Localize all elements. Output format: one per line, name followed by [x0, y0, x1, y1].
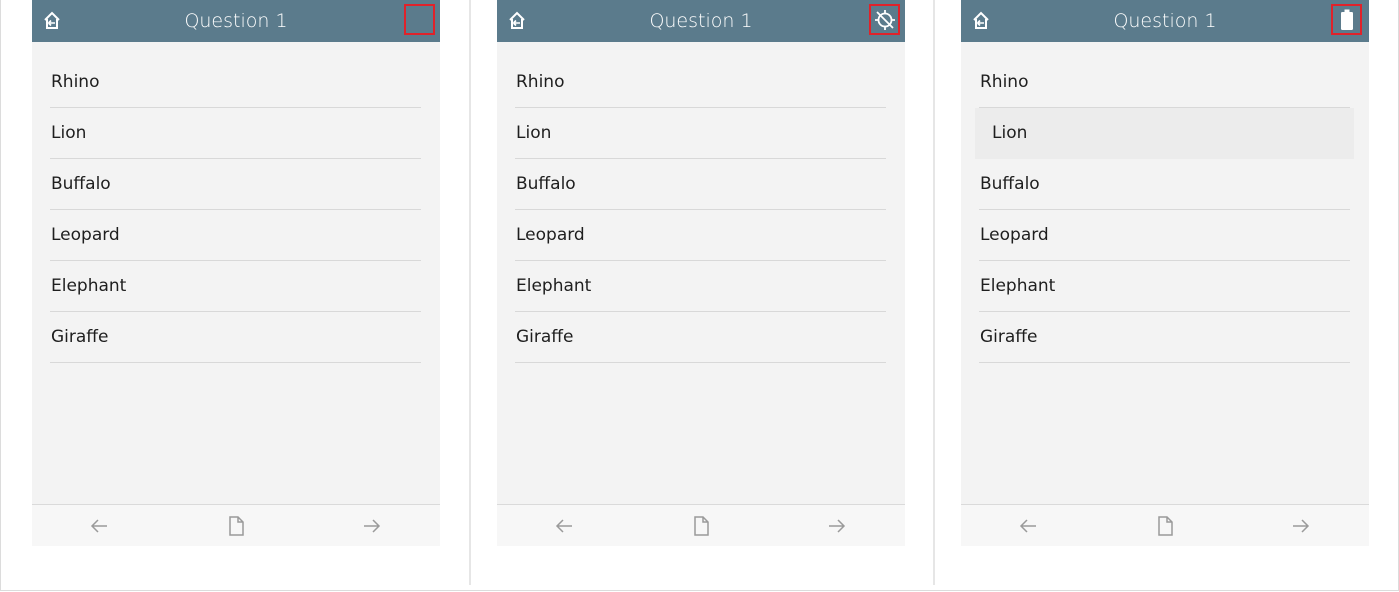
- list-item[interactable]: Elephant: [979, 261, 1350, 312]
- app-header: Question 1: [961, 0, 1369, 42]
- list-item[interactable]: Lion: [515, 108, 886, 159]
- arrow-left-icon[interactable]: [87, 514, 111, 538]
- arrow-right-icon[interactable]: [360, 514, 384, 538]
- phone-screen-3: Question 1 Rhino Lion Buffalo Leopard El…: [961, 0, 1369, 546]
- page-title: Question 1: [1113, 10, 1217, 32]
- app-header: Question 1: [32, 0, 440, 42]
- page-title: Question 1: [184, 10, 288, 32]
- status-indicator-highlight: [1331, 4, 1362, 35]
- panel-divider: [933, 0, 935, 585]
- page-icon[interactable]: [1153, 514, 1177, 538]
- list-item[interactable]: Rhino: [515, 57, 886, 108]
- footer-nav: [32, 504, 440, 546]
- list-item[interactable]: Rhino: [979, 57, 1350, 108]
- gps-off-icon: [874, 9, 895, 30]
- footer-nav: [961, 504, 1369, 546]
- list-item[interactable]: Buffalo: [979, 159, 1350, 210]
- arrow-right-icon[interactable]: [1289, 514, 1313, 538]
- page-title: Question 1: [649, 10, 753, 32]
- list-item[interactable]: Leopard: [979, 210, 1350, 261]
- status-indicator-highlight: [404, 4, 435, 35]
- panel-divider: [469, 0, 471, 585]
- arrow-left-icon[interactable]: [1016, 514, 1040, 538]
- app-header: Question 1: [497, 0, 905, 42]
- answer-list: Rhino Lion Buffalo Leopard Elephant Gira…: [975, 57, 1354, 363]
- list-item[interactable]: Giraffe: [515, 312, 886, 363]
- list-item[interactable]: Giraffe: [979, 312, 1350, 363]
- phone-screen-2: Question 1 Rhino Lion Buffalo Leopard El…: [497, 0, 905, 546]
- list-item-hovered[interactable]: Lion: [975, 108, 1354, 159]
- list-item[interactable]: Buffalo: [50, 159, 421, 210]
- list-item[interactable]: Leopard: [515, 210, 886, 261]
- phone-screen-1: Question 1 Rhino Lion Buffalo Leopard El…: [32, 0, 440, 546]
- arrow-left-icon[interactable]: [552, 514, 576, 538]
- list-item[interactable]: Leopard: [50, 210, 421, 261]
- battery-full-icon: [1340, 9, 1353, 30]
- page-icon[interactable]: [689, 514, 713, 538]
- arrow-right-icon[interactable]: [825, 514, 849, 538]
- status-indicator-highlight: [869, 4, 900, 35]
- list-item[interactable]: Lion: [50, 108, 421, 159]
- list-item[interactable]: Buffalo: [515, 159, 886, 210]
- list-item[interactable]: Elephant: [50, 261, 421, 312]
- answer-list: Rhino Lion Buffalo Leopard Elephant Gira…: [515, 57, 886, 363]
- footer-nav: [497, 504, 905, 546]
- page-icon[interactable]: [224, 514, 248, 538]
- list-item[interactable]: Rhino: [50, 57, 421, 108]
- answer-list: Rhino Lion Buffalo Leopard Elephant Gira…: [50, 57, 421, 363]
- list-item[interactable]: Giraffe: [50, 312, 421, 363]
- list-item[interactable]: Elephant: [515, 261, 886, 312]
